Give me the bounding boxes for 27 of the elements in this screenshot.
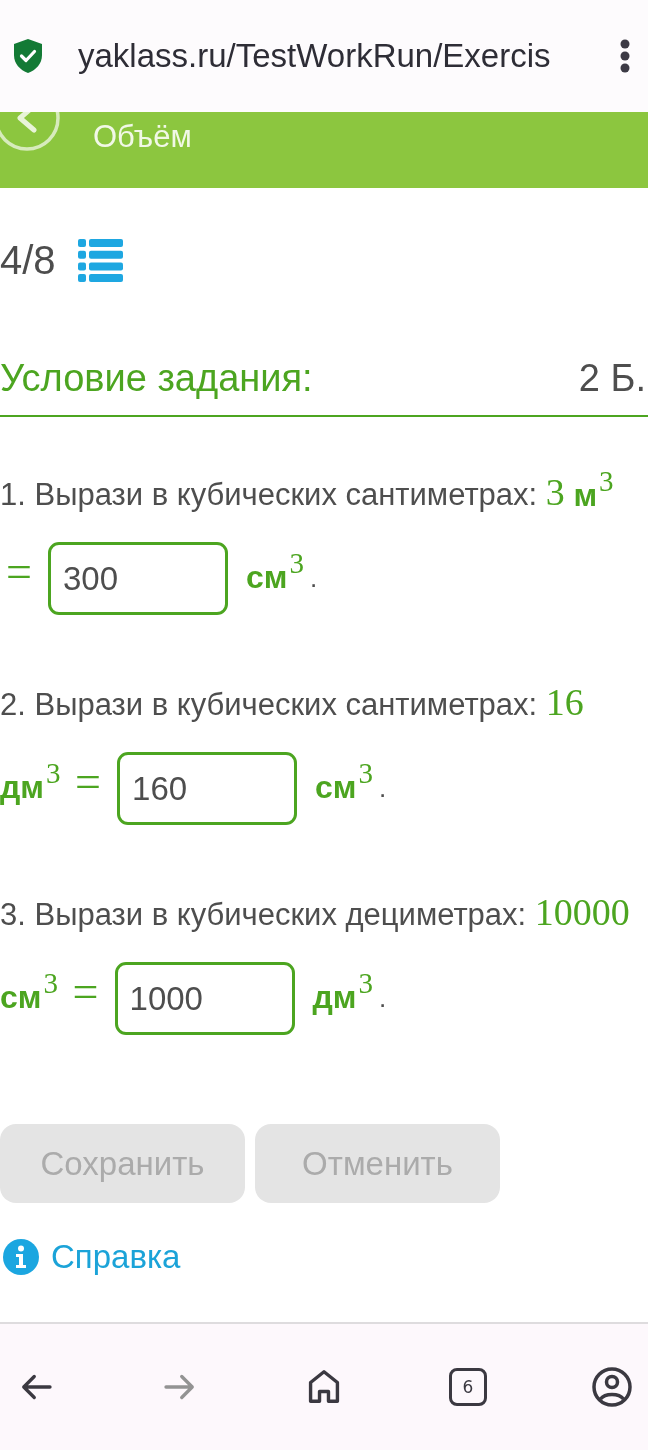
period-text: . — [379, 985, 387, 1011]
account-icon[interactable] — [592, 1367, 632, 1407]
tab-count-button[interactable]: 6 — [449, 1368, 487, 1406]
question-text: 1. Вырази в кубических сантиметрах: — [0, 477, 538, 512]
task-counter: 4/8 — [0, 237, 56, 283]
home-icon[interactable] — [307, 1369, 341, 1405]
answer-field[interactable]: 1000 — [114, 962, 295, 1036]
period-text: . — [379, 775, 387, 801]
given-number: 16 — [545, 683, 584, 721]
list-icon[interactable] — [77, 238, 123, 282]
menu-icon[interactable] — [620, 39, 630, 73]
shield-check-icon[interactable] — [14, 39, 42, 73]
section-heading: Условие задания: — [0, 356, 313, 401]
back-arrow-icon[interactable] — [20, 1373, 52, 1401]
period-text: . — [309, 565, 318, 591]
equals-sign: = — [72, 969, 99, 1015]
equals-sign: = — [75, 759, 102, 805]
banner-title: Объём — [93, 120, 192, 154]
question-text: 2. Вырази в кубических сантиметрах: — [0, 687, 538, 722]
equals-sign: = — [6, 549, 32, 595]
given-number: 3 — [545, 473, 565, 511]
points-text: 2 Б. — [578, 356, 646, 401]
question-text: 3. Вырази в кубических дециметрах: — [0, 897, 527, 932]
answer-field[interactable]: 160 — [117, 752, 298, 826]
given-number: 10000 — [534, 893, 630, 931]
info-icon — [3, 1239, 39, 1275]
answer-field[interactable]: 300 — [47, 542, 228, 616]
